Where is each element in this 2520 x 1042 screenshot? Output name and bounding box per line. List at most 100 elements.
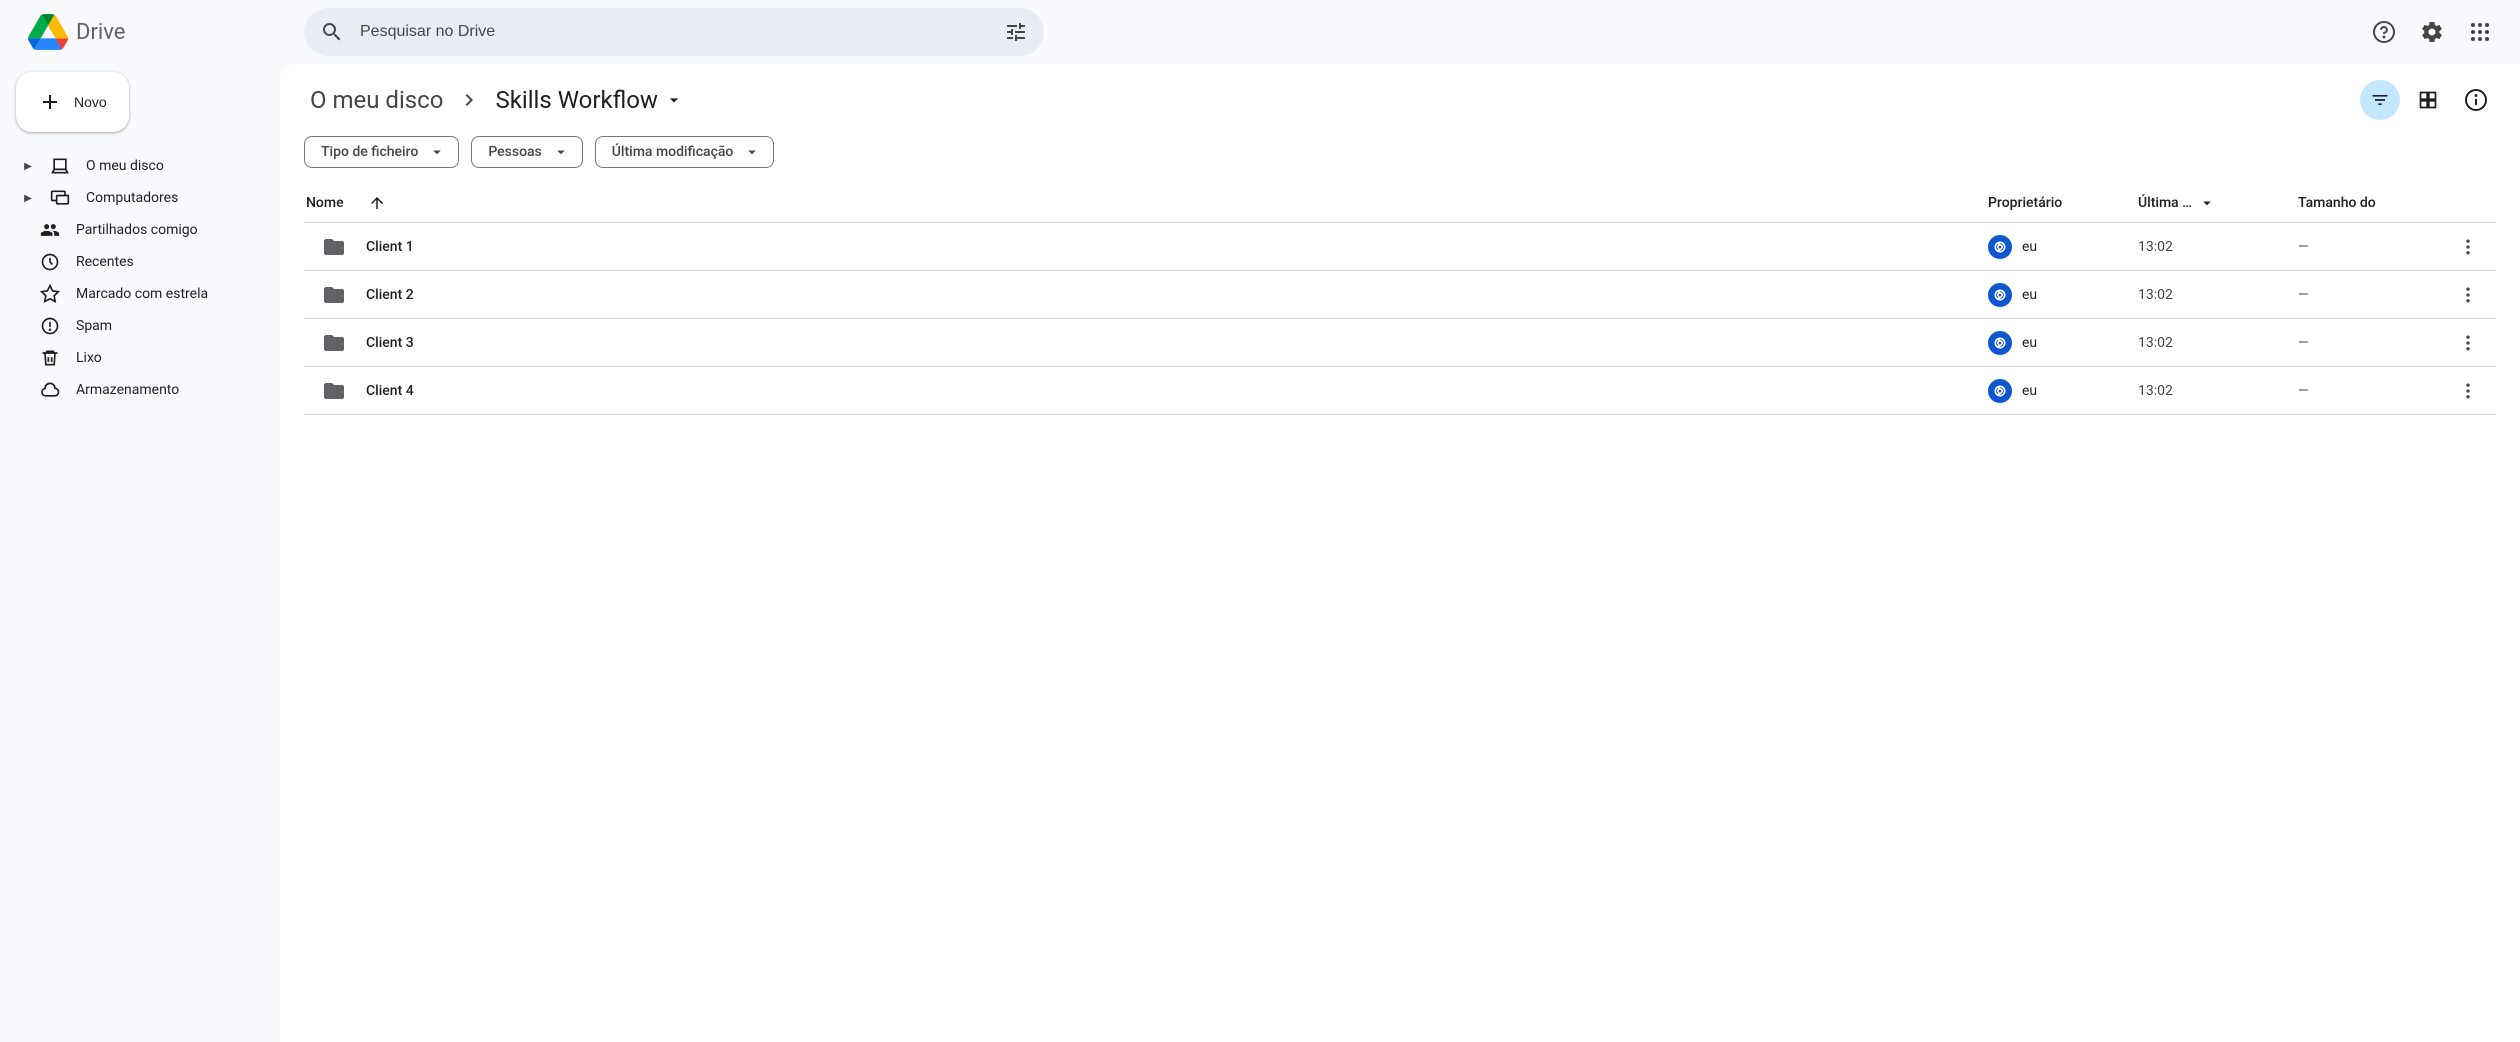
more-actions-icon[interactable] bbox=[2452, 279, 2484, 311]
sidebar-item-shared[interactable]: Partilhados comigo bbox=[16, 214, 264, 246]
column-owner-header[interactable]: Proprietário bbox=[1988, 195, 2138, 211]
apps-grid-icon[interactable] bbox=[2460, 12, 2500, 52]
main-content: O meu disco Skills Workflow bbox=[280, 64, 2520, 1042]
row-modified-label: 13:02 bbox=[2138, 239, 2298, 255]
settings-icon[interactable] bbox=[2412, 12, 2452, 52]
column-name-header[interactable]: Nome bbox=[304, 194, 1988, 212]
breadcrumb: O meu disco Skills Workflow bbox=[304, 82, 690, 118]
breadcrumb-current-label: Skills Workflow bbox=[495, 86, 658, 114]
row-name-label: Client 2 bbox=[366, 287, 414, 303]
breadcrumb-root[interactable]: O meu disco bbox=[304, 82, 449, 118]
sidebar-item-label: Spam bbox=[76, 318, 112, 334]
column-name-label: Nome bbox=[306, 195, 344, 211]
table-row[interactable]: Client 2 eu 13:02 — bbox=[304, 271, 2496, 319]
my-drive-icon bbox=[50, 156, 70, 176]
view-controls bbox=[2360, 80, 2496, 120]
plus-icon bbox=[38, 90, 62, 114]
more-actions-icon[interactable] bbox=[2452, 231, 2484, 263]
owner-avatar-icon bbox=[1988, 331, 2012, 355]
header-actions bbox=[2364, 12, 2504, 52]
shared-icon bbox=[40, 220, 60, 240]
more-actions-icon[interactable] bbox=[2452, 327, 2484, 359]
sidebar-item-storage[interactable]: Armazenamento bbox=[16, 374, 264, 406]
recent-icon bbox=[40, 252, 60, 272]
row-size-label: — bbox=[2298, 383, 2448, 399]
grid-view-icon[interactable] bbox=[2408, 80, 2448, 120]
computers-icon bbox=[50, 188, 70, 208]
row-size-label: — bbox=[2298, 239, 2448, 255]
filter-people-chip[interactable]: Pessoas bbox=[471, 136, 582, 168]
sidebar-item-label: Marcado com estrela bbox=[76, 286, 208, 302]
spam-icon bbox=[40, 316, 60, 336]
row-size-label: — bbox=[2298, 287, 2448, 303]
column-size-header[interactable]: Tamanho do bbox=[2298, 195, 2448, 211]
storage-icon bbox=[40, 380, 60, 400]
expand-triangle-icon[interactable]: ▶ bbox=[22, 193, 34, 204]
row-modified-label: 13:02 bbox=[2138, 335, 2298, 351]
row-name-label: Client 1 bbox=[366, 239, 414, 255]
search-input[interactable] bbox=[352, 23, 996, 41]
column-size-label: Tamanho do bbox=[2298, 195, 2376, 211]
sidebar-item-spam[interactable]: Spam bbox=[16, 310, 264, 342]
more-actions-icon[interactable] bbox=[2452, 375, 2484, 407]
sidebar: Novo ▶ O meu disco ▶ Computadores Partilhado… bbox=[0, 64, 280, 1042]
sort-ascending-icon[interactable] bbox=[368, 194, 386, 212]
app-name: Drive bbox=[76, 20, 125, 45]
drive-logo-icon bbox=[28, 12, 68, 52]
row-name-label: Client 4 bbox=[366, 383, 414, 399]
owner-avatar-icon bbox=[1988, 283, 2012, 307]
dropdown-icon bbox=[552, 143, 570, 161]
row-modified-label: 13:02 bbox=[2138, 287, 2298, 303]
folder-icon bbox=[322, 235, 346, 259]
row-name-label: Client 3 bbox=[366, 335, 414, 351]
breadcrumb-current[interactable]: Skills Workflow bbox=[489, 82, 690, 118]
new-button[interactable]: Novo bbox=[16, 72, 129, 132]
owner-avatar-icon bbox=[1988, 235, 2012, 259]
column-modified-label: Última … bbox=[2138, 195, 2192, 211]
filter-people-label: Pessoas bbox=[488, 144, 541, 160]
owner-avatar-icon bbox=[1988, 379, 2012, 403]
sidebar-item-my-drive[interactable]: ▶ O meu disco bbox=[16, 150, 264, 182]
dropdown-icon bbox=[743, 143, 761, 161]
table-row[interactable]: Client 4 eu 13:02 — bbox=[304, 367, 2496, 415]
dropdown-icon bbox=[2198, 194, 2216, 212]
trash-icon bbox=[40, 348, 60, 368]
table-row[interactable]: Client 1 eu 13:02 — bbox=[304, 223, 2496, 271]
column-modified-header[interactable]: Última … bbox=[2138, 194, 2298, 212]
filter-type-chip[interactable]: Tipo de ficheiro bbox=[304, 136, 459, 168]
row-owner-label: eu bbox=[2022, 335, 2037, 351]
starred-icon bbox=[40, 284, 60, 304]
sidebar-item-label: Computadores bbox=[86, 190, 178, 206]
table-row[interactable]: Client 3 eu 13:02 — bbox=[304, 319, 2496, 367]
dropdown-icon bbox=[664, 90, 684, 110]
search-icon[interactable] bbox=[312, 12, 352, 52]
sidebar-item-starred[interactable]: Marcado com estrela bbox=[16, 278, 264, 310]
sidebar-item-label: Armazenamento bbox=[76, 382, 179, 398]
info-icon[interactable] bbox=[2456, 80, 2496, 120]
row-modified-label: 13:02 bbox=[2138, 383, 2298, 399]
row-owner-label: eu bbox=[2022, 239, 2037, 255]
sidebar-item-label: Lixo bbox=[76, 350, 102, 366]
row-owner-label: eu bbox=[2022, 287, 2037, 303]
sidebar-item-recent[interactable]: Recentes bbox=[16, 246, 264, 278]
folder-icon bbox=[322, 283, 346, 307]
sidebar-item-label: Recentes bbox=[76, 254, 134, 270]
filter-chips: Tipo de ficheiro Pessoas Última modifica… bbox=[304, 136, 2496, 168]
new-button-label: Novo bbox=[74, 94, 107, 110]
filter-view-icon[interactable] bbox=[2360, 80, 2400, 120]
dropdown-icon bbox=[428, 143, 446, 161]
header: Drive bbox=[0, 0, 2520, 64]
sidebar-item-computers[interactable]: ▶ Computadores bbox=[16, 182, 264, 214]
sidebar-item-label: Partilhados comigo bbox=[76, 222, 198, 238]
sidebar-item-label: O meu disco bbox=[86, 158, 164, 174]
table-header: Nome Proprietário Última … Tamanho do bbox=[304, 184, 2496, 223]
logo-area[interactable]: Drive bbox=[16, 12, 296, 52]
expand-triangle-icon[interactable]: ▶ bbox=[22, 161, 34, 172]
folder-icon bbox=[322, 331, 346, 355]
search-options-icon[interactable] bbox=[996, 12, 1036, 52]
chevron-right-icon bbox=[457, 88, 481, 112]
search-bar[interactable] bbox=[304, 8, 1044, 56]
help-icon[interactable] bbox=[2364, 12, 2404, 52]
filter-modified-chip[interactable]: Última modificação bbox=[595, 136, 775, 168]
sidebar-item-trash[interactable]: Lixo bbox=[16, 342, 264, 374]
